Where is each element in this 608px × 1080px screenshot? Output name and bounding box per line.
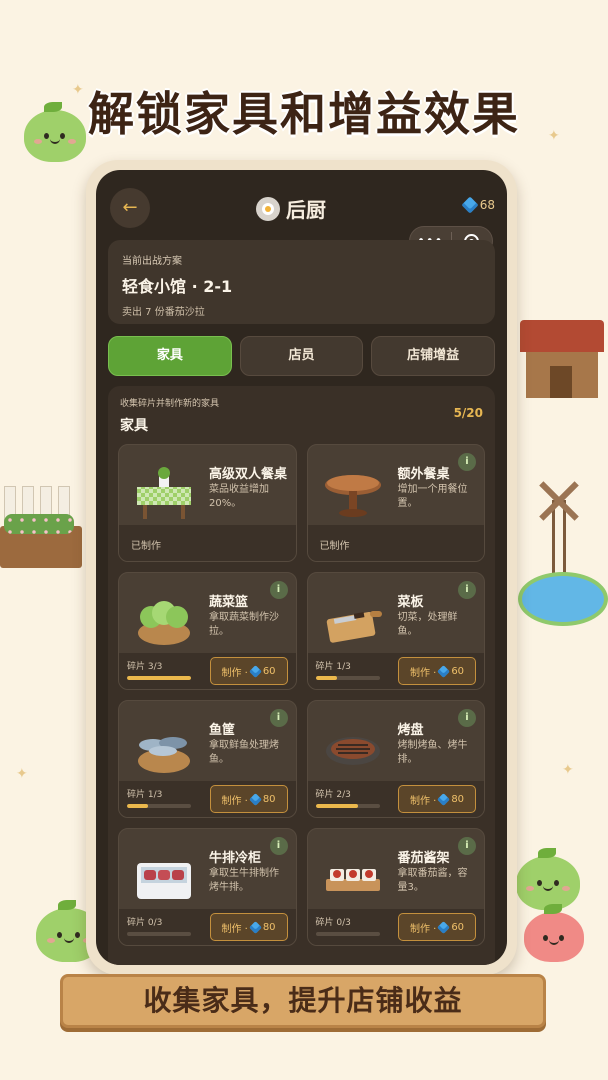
info-icon[interactable]: i [458,581,476,599]
sparkle-icon: ✦ [16,766,28,782]
fragment-progress-bar [315,932,380,936]
fragment-progress-bar [127,676,191,680]
info-icon[interactable]: i [269,837,288,855]
craft-button[interactable]: 制作 · 80 [209,913,288,941]
gem-count: 68 [479,198,495,212]
pond-illustration [518,572,608,626]
ketchup-rack-image [325,869,380,891]
furniture-card-ketchup-rack[interactable]: i 番茄酱架 拿取番茄酱，容量3。 碎片 0/3 制作 · 60 [306,828,485,946]
fence-planter-illustration [0,486,82,582]
fragment-count: 碎片 0/3 [127,918,163,928]
tab-furniture[interactable]: 家具 [108,336,232,376]
tab-staff[interactable]: 店员 [239,336,364,376]
info-icon[interactable]: i [458,837,476,855]
diamond-icon [461,196,479,214]
sprout-mascot [24,102,86,162]
item-name: 鱼筐 [209,723,236,738]
fragment-progress-bar [127,932,191,936]
item-name: 蔬菜篮 [209,595,249,610]
grill-pan-image [325,737,380,765]
diamond-icon [248,920,262,934]
item-name: 番茄酱架 [397,851,450,866]
item-name: 烤盘 [397,723,424,738]
item-description: 切菜，处理鲜鱼。 [397,612,458,637]
item-description: 菜品收益增加20%。 [209,484,269,509]
crafted-status: 已制作 [131,541,161,552]
item-description: 拿取鲜鱼处理烤鱼。 [209,740,279,765]
fragment-count: 碎片 1/3 [127,790,163,800]
furniture-card-deluxe-table[interactable]: 高级双人餐桌 菜品收益增加20%。 已制作 [118,444,297,562]
frying-pan-icon [256,196,280,221]
craft-button[interactable]: 制作 · 80 [398,785,476,813]
diamond-icon [437,792,451,806]
info-icon[interactable]: i [458,709,476,727]
sprout-mascot [516,848,580,910]
banner-title: 解锁家具和增益效果 [88,87,520,141]
furniture-card-steak-fridge[interactable]: i 牛排冷柜 拿取生牛排制作烤牛排。 碎片 0/3 制作 · 80 [118,828,297,946]
fish-basket-image [138,737,190,773]
title-group: 后厨 [256,194,326,223]
plan-name: 轻食小馆 · 2-1 [122,277,233,296]
fragment-count: 碎片 0/3 [315,918,351,928]
phone-frame: ← 后厨 68 ••• 当前出战方案 轻食小馆 · 2-1 卖出 7 份番茄沙拉 [86,160,517,975]
collection-count: 5/20 [453,406,483,420]
steak-fridge-image [137,863,191,899]
item-name: 额外餐桌 [397,467,450,482]
item-description: 拿取生牛排制作烤牛排。 [209,868,279,893]
furniture-card-grill-pan[interactable]: i 烤盘 烤制烤鱼、烤牛排。 碎片 2/3 制作 · 80 [306,700,485,818]
fragment-count: 碎片 3/3 [127,662,163,672]
battle-plan-card[interactable]: 当前出战方案 轻食小馆 · 2-1 卖出 7 份番茄沙拉 [108,240,495,324]
arrow-left-icon: ← [122,197,138,218]
diamond-icon [437,920,451,934]
fragment-count: 碎片 1/3 [315,662,351,672]
tab-shop-buffs[interactable]: 店铺增益 [371,336,496,376]
panel-subtitle: 收集碎片并制作新的家具 [120,399,220,409]
crafted-status: 已制作 [319,541,350,552]
item-description: 烤制烤鱼、烤牛排。 [397,740,468,765]
craft-button[interactable]: 制作 · 60 [398,657,476,685]
fragment-progress-bar [127,804,191,808]
fragment-progress-bar [315,676,380,680]
furniture-card-cutting-board[interactable]: i 菜板 切菜，处理鲜鱼。 碎片 1/3 制作 · 60 [306,572,485,690]
diamond-icon [248,664,262,678]
craft-button[interactable]: 制作 · 60 [209,657,288,685]
category-tabs: 家具 店员 店铺增益 [108,336,496,376]
furniture-card-vegetable-basket[interactable]: i 蔬菜篮 拿取蔬菜制作沙拉。 碎片 3/3 制作 · 60 [118,572,297,690]
info-icon[interactable]: i [269,581,288,599]
item-name: 牛排冷柜 [209,851,262,866]
panel-title: 家具 [120,418,148,434]
cutting-board-image [326,611,382,643]
fragment-progress-bar [315,804,380,808]
top-bar: ← 后厨 68 [96,184,507,230]
item-description: 拿取番茄酱，容量3。 [397,868,468,893]
bottom-slogan-sign: 收集家具，提升店铺收益 [60,974,546,1028]
plan-description: 卖出 7 份番茄沙拉 [122,307,205,318]
item-description: 增加一个用餐位置。 [397,484,468,509]
item-name: 菜板 [397,595,424,610]
double-table-image [137,467,191,519]
diamond-icon [437,664,451,678]
kitchen-screen: ← 后厨 68 ••• 当前出战方案 轻食小馆 · 2-1 卖出 7 份番茄沙拉 [96,170,507,965]
item-description: 拿取蔬菜制作沙拉。 [209,612,279,637]
info-icon[interactable]: i [269,709,288,727]
furniture-panel: 收集碎片并制作新的家具 家具 5/20 高级双人餐桌 菜品收益增加20%。 已制… [108,386,495,965]
vegetable-basket-image [138,601,190,645]
plan-label: 当前出战方案 [122,256,182,267]
furniture-card-fish-basket[interactable]: i 鱼筐 拿取鲜鱼处理烤鱼。 碎片 1/3 制作 · 80 [118,700,297,818]
sprout-mascot-pink [524,904,584,962]
furniture-card-extra-table[interactable]: i 额外餐桌 增加一个用餐位置。 已制作 [306,444,485,562]
item-name: 高级双人餐桌 [209,467,288,482]
furniture-grid: 高级双人餐桌 菜品收益增加20%。 已制作 i 额外餐桌 增加一个用餐位置。 已… [118,444,485,946]
info-icon[interactable]: i [458,453,476,471]
sparkle-icon: ✦ [562,762,574,778]
craft-button[interactable]: 制作 · 60 [398,913,476,941]
barn-illustration [520,320,604,400]
round-table-image [324,475,381,517]
back-button[interactable]: ← [110,188,150,228]
page-title: 后厨 [286,198,326,222]
gem-balance: 68 [461,196,495,214]
fragment-count: 碎片 2/3 [315,790,351,800]
craft-button[interactable]: 制作 · 80 [209,785,288,813]
diamond-icon [248,792,262,806]
